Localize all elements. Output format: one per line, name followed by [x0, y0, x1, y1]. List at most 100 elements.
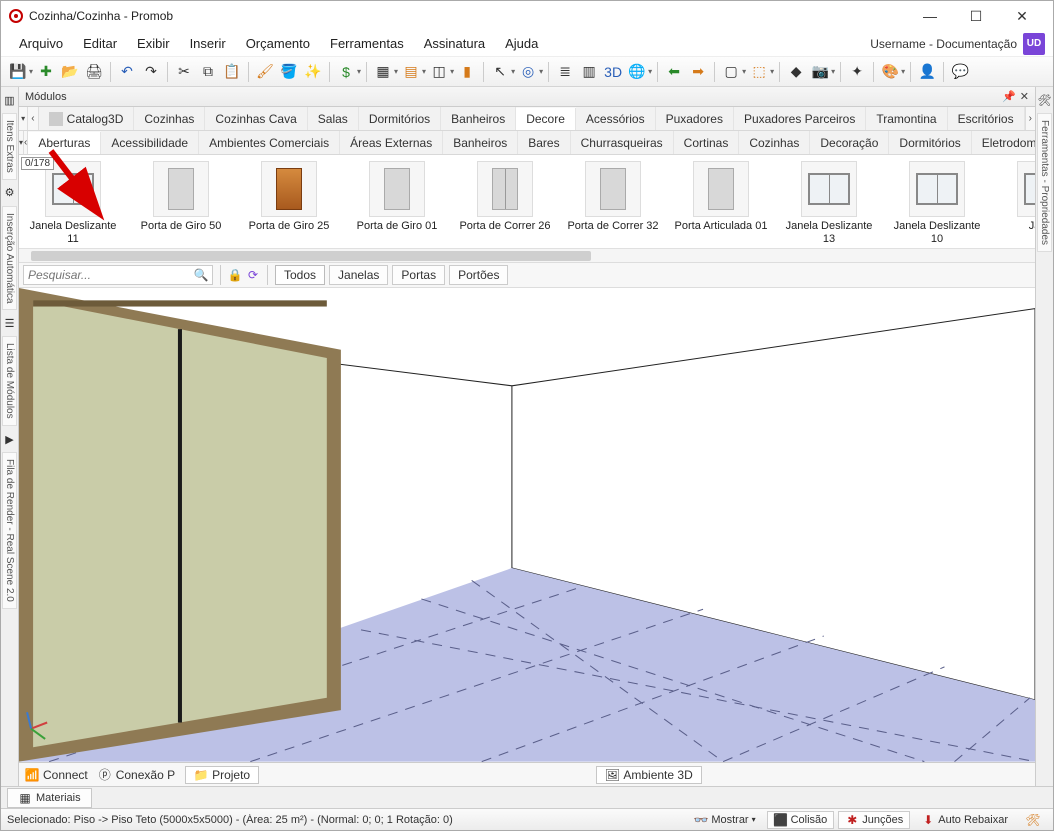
- minimize-button[interactable]: —: [907, 1, 953, 31]
- side-tab-lista[interactable]: Lista de Módulos: [2, 336, 17, 426]
- print-icon[interactable]: 🖨: [83, 61, 105, 83]
- maximize-button[interactable]: ☐: [953, 1, 999, 31]
- tab-acessorios[interactable]: Acessórios: [576, 107, 656, 130]
- side-tab-insercao[interactable]: Inserção Automática: [2, 206, 17, 311]
- search-icon[interactable]: 🔍: [194, 268, 208, 282]
- menu-assinatura[interactable]: Assinatura: [414, 32, 495, 55]
- tab-puxadores[interactable]: Puxadores: [656, 107, 734, 130]
- filter-portas[interactable]: Portas: [392, 265, 445, 285]
- filter-portoes[interactable]: Portões: [449, 265, 508, 285]
- ambiente-3d-button[interactable]: 🖼Ambiente 3D: [596, 766, 701, 784]
- globe-icon[interactable]: 🌐: [626, 61, 648, 83]
- gallery-item[interactable]: Porta de Correr 32: [563, 161, 663, 246]
- pin-icon[interactable]: 📌: [1002, 90, 1016, 103]
- door-icon[interactable]: ▮: [456, 61, 478, 83]
- search-box[interactable]: 🔍: [23, 265, 213, 285]
- roller-icon[interactable]: 🪣: [278, 61, 300, 83]
- conexao-link[interactable]: ⓟConexão P: [98, 768, 175, 782]
- tab-banheiros2[interactable]: Banheiros: [443, 131, 518, 154]
- gallery-item[interactable]: Porta Articulada 01: [671, 161, 771, 246]
- tabs1-scroll-right[interactable]: ›: [1025, 107, 1035, 130]
- cube-icon[interactable]: ⬚: [748, 61, 770, 83]
- chat-icon[interactable]: 💬: [949, 61, 971, 83]
- wall-icon[interactable]: ▤: [400, 61, 422, 83]
- refresh-icon[interactable]: ⟳: [246, 268, 260, 282]
- target-icon[interactable]: ◎: [517, 61, 539, 83]
- colisao-button[interactable]: ⬛Colisão: [767, 811, 835, 829]
- menu-exibir[interactable]: Exibir: [127, 32, 180, 55]
- tab-aberturas[interactable]: Aberturas: [28, 132, 101, 155]
- side-list-icon[interactable]: ☰: [3, 316, 17, 330]
- snap-icon[interactable]: ✦: [846, 61, 868, 83]
- side-auto-icon[interactable]: ⚙: [3, 186, 17, 200]
- diamond-icon[interactable]: ◆: [785, 61, 807, 83]
- username-label[interactable]: Username - Documentação: [870, 37, 1017, 51]
- search-input[interactable]: [28, 268, 194, 282]
- paste-icon[interactable]: 📋: [221, 61, 243, 83]
- tab-bares[interactable]: Bares: [518, 131, 570, 154]
- mostrar-button[interactable]: 👓Mostrar▾: [687, 811, 762, 829]
- tab-dormitorios2[interactable]: Dormitórios: [889, 131, 971, 154]
- gallery-item[interactable]: Porta de Giro 50: [131, 161, 231, 246]
- tab-decore[interactable]: Decore: [516, 108, 576, 131]
- tab-cozinhas[interactable]: Cozinhas: [134, 107, 205, 130]
- wand-icon[interactable]: ✨: [302, 61, 324, 83]
- projeto-button[interactable]: 📁Projeto: [185, 766, 259, 784]
- side-render-icon[interactable]: ▶: [3, 432, 17, 446]
- tab-areas-externas[interactable]: Áreas Externas: [340, 131, 443, 154]
- shape-icon[interactable]: ◫: [428, 61, 450, 83]
- tab-cozinhas2[interactable]: Cozinhas: [739, 131, 810, 154]
- filter-janelas[interactable]: Janelas: [329, 265, 388, 285]
- gallery-item[interactable]: Janela: [995, 161, 1035, 246]
- palette-icon[interactable]: 🎨: [879, 61, 901, 83]
- undo-icon[interactable]: ↶: [116, 61, 138, 83]
- panel-close-icon[interactable]: ✕: [1020, 90, 1029, 103]
- auto-rebaixar-button[interactable]: ⬇Auto Rebaixar: [914, 811, 1015, 829]
- stack-icon[interactable]: ▥: [578, 61, 600, 83]
- gallery-item[interactable]: Porta de Correr 26: [455, 161, 555, 246]
- tab-acessibilidade[interactable]: Acessibilidade: [101, 131, 199, 154]
- side-extra-icon[interactable]: ▥: [3, 93, 17, 107]
- gallery-item[interactable]: Janela Deslizante 13: [779, 161, 879, 246]
- tab-banheiros[interactable]: Banheiros: [441, 107, 516, 130]
- menu-ajuda[interactable]: Ajuda: [495, 32, 548, 55]
- person-icon[interactable]: 👤: [916, 61, 938, 83]
- tab-ambientes-comerciais[interactable]: Ambientes Comerciais: [199, 131, 340, 154]
- copy-icon[interactable]: ⧉: [197, 61, 219, 83]
- close-button[interactable]: ✕: [999, 1, 1045, 31]
- lock-icon[interactable]: 🔒: [228, 268, 242, 282]
- arrow-left-icon[interactable]: ⬅: [663, 61, 685, 83]
- cursor-icon[interactable]: ↖: [489, 61, 511, 83]
- save-icon[interactable]: 💾: [7, 61, 29, 83]
- gallery-item[interactable]: Porta de Giro 01: [347, 161, 447, 246]
- gallery-item[interactable]: Janela Deslizante 10: [887, 161, 987, 246]
- tab-cozinhas-cava[interactable]: Cozinhas Cava: [205, 107, 307, 130]
- tab-cortinas[interactable]: Cortinas: [674, 131, 740, 154]
- menu-arquivo[interactable]: Arquivo: [9, 32, 73, 55]
- tab-tramontina[interactable]: Tramontina: [866, 107, 947, 130]
- arrow-right-icon[interactable]: ➡: [687, 61, 709, 83]
- redo-icon[interactable]: ↷: [140, 61, 162, 83]
- cut-icon[interactable]: ✂: [173, 61, 195, 83]
- tabs1-scroll-left[interactable]: ‹: [28, 107, 38, 130]
- gallery-item[interactable]: Janela Deslizante 11: [23, 161, 123, 246]
- tab-churrasqueiras[interactable]: Churrasqueiras: [571, 131, 674, 154]
- tab-eletrodomesticos[interactable]: Eletrodomésticos: [972, 131, 1035, 154]
- box-icon[interactable]: ▢: [720, 61, 742, 83]
- menu-ferramentas[interactable]: Ferramentas: [320, 32, 414, 55]
- tab-catalog3d[interactable]: Catalog3D: [39, 107, 135, 130]
- new-icon[interactable]: ✚: [35, 61, 57, 83]
- tab-decoracao[interactable]: Decoração: [810, 131, 889, 154]
- menu-orcamento[interactable]: Orçamento: [236, 32, 320, 55]
- gallery-item[interactable]: Porta de Giro 25: [239, 161, 339, 246]
- brush-icon[interactable]: 🖌: [254, 61, 276, 83]
- user-badge[interactable]: UD: [1023, 33, 1045, 55]
- layout-icon[interactable]: ▦: [372, 61, 394, 83]
- tab-escritorios[interactable]: Escritórios: [948, 107, 1025, 130]
- side-tools-icon[interactable]: 🛠: [1038, 93, 1052, 107]
- layers-icon[interactable]: ≣: [554, 61, 576, 83]
- filter-todos[interactable]: Todos: [275, 265, 325, 285]
- gallery-scrollbar[interactable]: [19, 248, 1035, 262]
- menu-inserir[interactable]: Inserir: [180, 32, 236, 55]
- status-settings-icon[interactable]: 🛠: [1019, 811, 1047, 829]
